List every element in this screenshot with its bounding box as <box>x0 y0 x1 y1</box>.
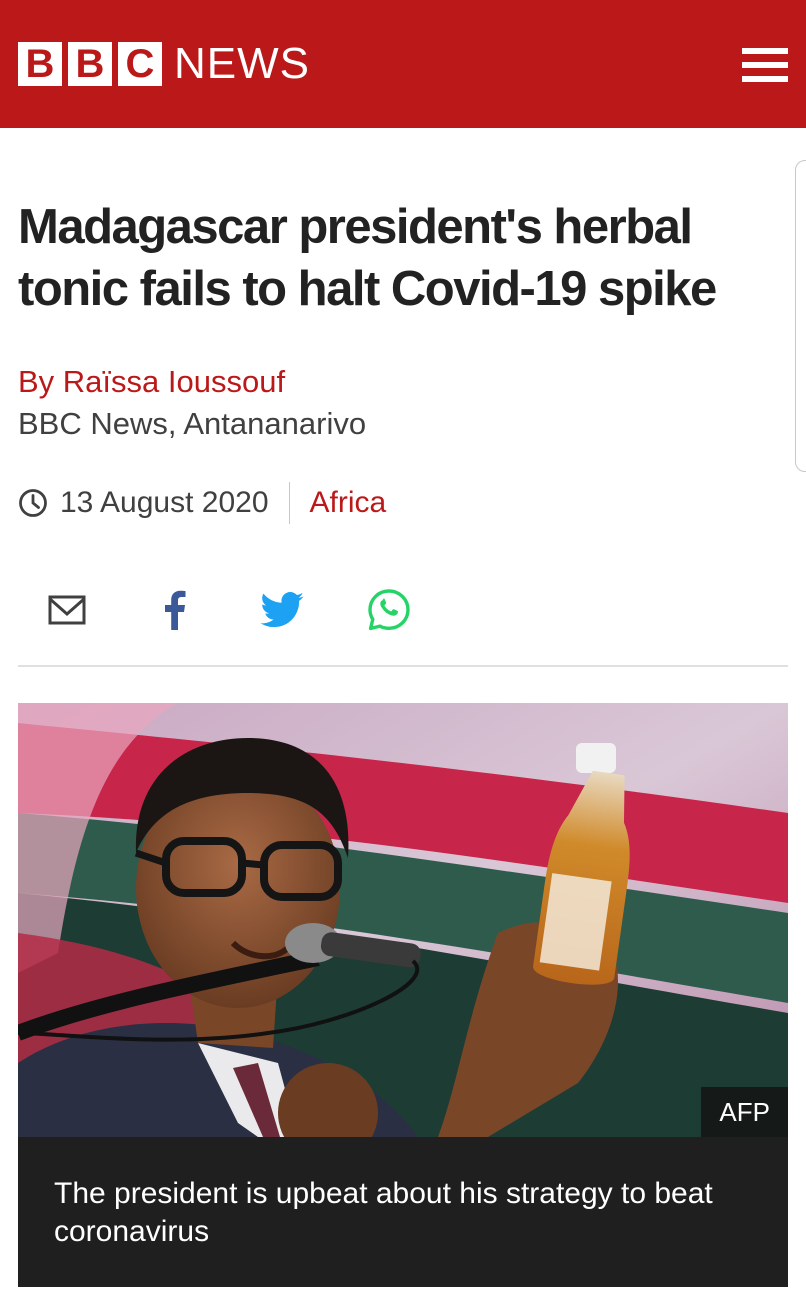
logo-letter-b2: B <box>68 42 112 86</box>
author-bureau: BBC News, Antananarivo <box>18 406 367 441</box>
article-meta: 13 August 2020 Africa <box>18 480 386 526</box>
twitter-icon[interactable] <box>260 590 304 630</box>
lead-photo: AFP <box>18 703 788 1137</box>
section-link[interactable]: Africa <box>310 486 387 520</box>
article-headline: Madagascar president's herbal tonic fail… <box>18 200 717 316</box>
logo-news-text: NEWS <box>174 39 310 88</box>
bbc-news-logo[interactable]: B B C NEWS <box>18 42 310 86</box>
scroll-indicator <box>795 160 806 472</box>
meta-divider <box>288 482 290 524</box>
author-byline: By Raïssa Ioussouf <box>18 364 286 399</box>
email-icon[interactable] <box>48 590 86 630</box>
lead-figure: AFP The president is upbeat about his st… <box>18 703 788 1287</box>
share-divider <box>18 665 788 667</box>
clock-icon <box>19 489 47 517</box>
photo-credit: AFP <box>701 1087 788 1137</box>
hamburger-menu-icon[interactable] <box>742 48 788 84</box>
logo-letter-b1: B <box>18 42 62 86</box>
logo-letter-c: C <box>118 42 162 86</box>
publish-date: 13 August 2020 <box>60 486 269 519</box>
facebook-icon[interactable] <box>160 590 190 630</box>
top-bar: B B C NEWS <box>0 0 806 128</box>
whatsapp-icon[interactable] <box>366 589 412 631</box>
photo-caption: The president is upbeat about his strate… <box>18 1137 788 1287</box>
